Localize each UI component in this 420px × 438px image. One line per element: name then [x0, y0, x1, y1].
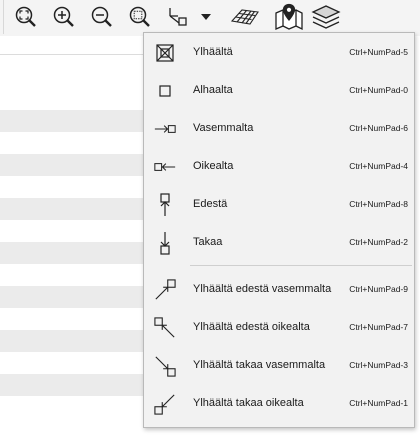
list-row[interactable] — [0, 286, 160, 308]
view-right-icon — [154, 156, 176, 178]
view-front-icon — [154, 193, 176, 216]
view-back-icon — [154, 232, 176, 255]
zoom-extents-icon — [15, 6, 36, 27]
menu-item-label: Takaa — [193, 236, 223, 248]
view-left-icon — [154, 118, 176, 140]
menu-item-left[interactable]: Vasemmalta Ctrl+NumPad-6 — [144, 110, 414, 148]
menu-item-shortcut: Ctrl+NumPad-2 — [349, 237, 408, 247]
view-top-back-left-icon — [154, 355, 176, 377]
menu-item-label: Ylhäältä edestä vasemmalta — [193, 283, 332, 295]
view-direction-menu: Ylhäältä Ctrl+NumPad-5 Alhaalta Ctrl+Num… — [143, 32, 415, 428]
menu-item-label: Ylhäältä takaa vasemmalta — [193, 359, 326, 371]
menu-item-label: Ylhäältä — [193, 46, 233, 58]
menu-item-shortcut: Ctrl+NumPad-9 — [349, 284, 408, 294]
zoom-out-button[interactable] — [88, 3, 116, 31]
view-top-front-right-icon — [154, 317, 176, 339]
list-header-divider — [0, 54, 160, 55]
menu-item-label: Edestä — [193, 198, 228, 210]
view-top-back-right-icon — [154, 393, 176, 415]
menu-item-shortcut: Ctrl+NumPad-4 — [349, 161, 408, 171]
view-top-icon — [154, 42, 176, 64]
menu-item-top-back-right[interactable]: Ylhäältä takaa oikealta Ctrl+NumPad-1 — [144, 385, 414, 423]
toolbar — [0, 0, 420, 36]
menu-item-label: Vasemmalta — [193, 122, 254, 134]
menu-item-label: Oikealta — [193, 160, 234, 172]
menu-item-shortcut: Ctrl+NumPad-8 — [349, 199, 408, 209]
list-row[interactable] — [0, 330, 160, 352]
menu-separator — [190, 265, 412, 266]
view-bottom-icon — [154, 80, 176, 102]
menu-item-label: Ylhäältä takaa oikealta — [193, 397, 304, 409]
grid-plane-button[interactable] — [229, 3, 261, 31]
menu-item-top-back-left[interactable]: Ylhäältä takaa vasemmalta Ctrl+NumPad-3 — [144, 347, 414, 385]
zoom-extents-button[interactable] — [12, 3, 40, 31]
zoom-in-button[interactable] — [50, 3, 78, 31]
toolbar-separator — [3, 0, 4, 34]
dropdown-arrow-icon — [201, 14, 211, 20]
menu-item-back[interactable]: Takaa Ctrl+NumPad-2 — [144, 224, 414, 262]
list-row[interactable] — [0, 242, 160, 264]
menu-item-shortcut: Ctrl+NumPad-5 — [349, 47, 408, 57]
menu-item-shortcut: Ctrl+NumPad-3 — [349, 360, 408, 370]
list-row[interactable] — [0, 110, 160, 132]
menu-item-shortcut: Ctrl+NumPad-7 — [349, 322, 408, 332]
view-direction-dropdown-button[interactable] — [193, 3, 219, 31]
layers-icon — [311, 5, 341, 29]
menu-item-label: Alhaalta — [193, 84, 233, 96]
list-row[interactable] — [0, 154, 160, 176]
menu-item-front[interactable]: Edestä Ctrl+NumPad-8 — [144, 186, 414, 224]
layers-button[interactable] — [310, 3, 342, 31]
zoom-window-button[interactable] — [126, 3, 154, 31]
menu-item-label: Ylhäältä edestä oikealta — [193, 321, 310, 333]
map-pin-button[interactable] — [274, 3, 304, 31]
map-pin-icon — [275, 3, 303, 31]
menu-item-right[interactable]: Oikealta Ctrl+NumPad-4 — [144, 148, 414, 186]
view-direction-button[interactable] — [164, 3, 192, 31]
menu-item-top[interactable]: Ylhäältä Ctrl+NumPad-5 — [144, 34, 414, 72]
menu-item-bottom[interactable]: Alhaalta Ctrl+NumPad-0 — [144, 72, 414, 110]
list-row[interactable] — [0, 374, 160, 396]
menu-item-top-front-right[interactable]: Ylhäältä edestä oikealta Ctrl+NumPad-7 — [144, 309, 414, 347]
zoom-window-icon — [129, 6, 150, 27]
menu-item-shortcut: Ctrl+NumPad-1 — [349, 398, 408, 408]
zoom-out-icon — [91, 6, 112, 27]
zoom-in-icon — [53, 6, 74, 27]
view-top-front-left-icon — [154, 279, 176, 301]
view-direction-icon — [169, 8, 187, 26]
menu-item-shortcut: Ctrl+NumPad-6 — [349, 123, 408, 133]
list-row[interactable] — [0, 198, 160, 220]
menu-item-shortcut: Ctrl+NumPad-0 — [349, 85, 408, 95]
grid-plane-icon — [230, 9, 259, 25]
menu-item-top-front-left[interactable]: Ylhäältä edestä vasemmalta Ctrl+NumPad-9 — [144, 271, 414, 309]
